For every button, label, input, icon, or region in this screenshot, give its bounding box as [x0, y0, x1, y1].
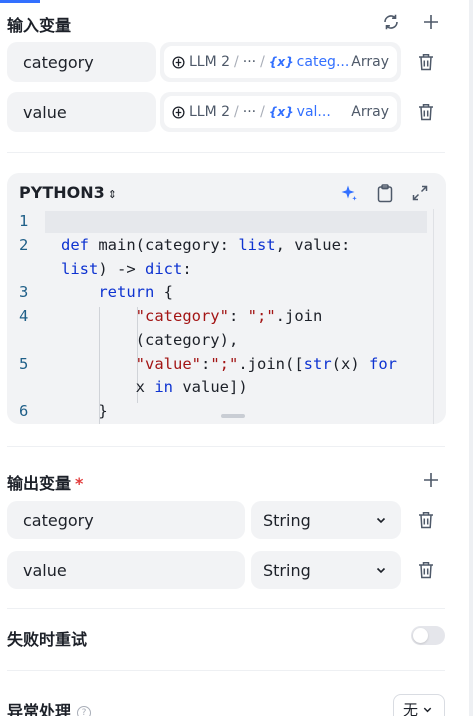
error-handling-label: 异常处理 — [7, 702, 72, 716]
llm-node-icon — [172, 105, 185, 119]
expand-editor-button[interactable] — [408, 181, 432, 205]
help-icon[interactable]: ? — [77, 705, 92, 716]
line-number: 3 — [19, 283, 29, 301]
ai-assist-button[interactable] — [337, 181, 361, 205]
variable-icon: {x} — [268, 105, 294, 119]
ref-node-name: LLM 2 — [189, 54, 231, 70]
toggle-knob — [413, 628, 428, 643]
output-variable-name-field[interactable]: value — [7, 551, 245, 589]
chevron-down-icon — [423, 707, 432, 712]
delete-output-button[interactable] — [414, 508, 438, 532]
error-handling-select[interactable]: 无 — [393, 694, 445, 716]
line-number: 4 — [19, 307, 29, 325]
node-config-panel: 输入变量 category LLM 2 / ··· / {x} categ...… — [0, 0, 473, 716]
language-label: PYTHON3 — [19, 183, 105, 202]
variable-reference-selector[interactable]: LLM 2 / ··· / {x} categ... Array — [160, 42, 401, 82]
output-type-value: String — [263, 560, 311, 580]
code-editor[interactable]: PYTHON3 ⇕ 1 2 3 4 5 6 def main(category: … — [7, 173, 446, 424]
output-variable-name: category — [23, 510, 94, 530]
code-line: (category), — [61, 331, 239, 349]
line-number: 1 — [19, 212, 29, 230]
input-variable-name-field[interactable]: value — [7, 92, 156, 132]
code-line: list) -> dict: — [61, 260, 192, 278]
input-variable-name-field[interactable]: category — [7, 42, 156, 82]
code-line: return { — [98, 283, 173, 301]
plus-icon — [424, 15, 438, 29]
output-type-value: String — [263, 510, 311, 530]
output-title-text: 输出变量 — [7, 474, 72, 493]
code-line: "value":";".join([str(x) for — [135, 355, 397, 373]
delete-input-button[interactable] — [414, 50, 438, 74]
line-number: 5 — [19, 355, 29, 373]
retry-label: 失败时重试 — [7, 630, 88, 649]
add-input-variable-button[interactable] — [419, 10, 443, 34]
language-selector[interactable]: PYTHON3 ⇕ — [19, 183, 117, 202]
section-divider — [7, 670, 445, 671]
ref-node-name: LLM 2 — [189, 104, 231, 120]
active-line-highlight — [45, 211, 427, 233]
expand-icon — [412, 185, 428, 201]
trash-icon — [419, 104, 433, 121]
variable-icon: {x} — [268, 55, 294, 69]
page-scrollbar[interactable] — [469, 0, 473, 716]
trash-icon — [419, 562, 433, 579]
input-variables-title: 输入变量 — [7, 16, 72, 35]
resize-handle[interactable] — [221, 414, 245, 418]
ref-ellipsis: ··· — [242, 54, 257, 70]
retry-toggle[interactable] — [411, 626, 445, 645]
active-tab-indicator — [0, 0, 40, 3]
variable-reference-selector[interactable]: LLM 2 / ··· / {x} val... Array — [160, 92, 401, 132]
required-mark: * — [75, 474, 84, 493]
chevron-down-icon — [376, 567, 386, 574]
output-type-select[interactable]: String — [251, 501, 401, 539]
sparkle-icon — [341, 185, 357, 201]
line-number: 2 — [19, 236, 29, 254]
add-output-variable-button[interactable] — [419, 468, 443, 492]
input-variable-name: value — [23, 102, 67, 122]
copy-code-button[interactable] — [373, 181, 397, 205]
llm-node-icon — [172, 55, 185, 69]
trash-icon — [419, 54, 433, 71]
trash-icon — [419, 512, 433, 529]
ref-ellipsis: ··· — [242, 104, 257, 120]
chevron-down-icon — [376, 517, 386, 524]
section-divider — [7, 152, 445, 153]
ref-variable-name: categ... — [296, 54, 350, 70]
output-variable-name-field[interactable]: category — [7, 501, 245, 539]
code-line: } — [61, 402, 108, 420]
editor-header: PYTHON3 ⇕ — [7, 173, 446, 213]
ref-variable-type: Array — [351, 104, 389, 120]
line-number: 6 — [19, 402, 29, 420]
ref-variable-name: val... — [296, 104, 331, 120]
delete-input-button[interactable] — [414, 100, 438, 124]
input-variable-name: category — [23, 52, 94, 72]
error-handling-title: 异常处理? — [7, 698, 92, 716]
section-divider — [7, 446, 445, 447]
output-variable-name: value — [23, 560, 67, 580]
clipboard-icon — [377, 183, 393, 202]
output-variables-title: 输出变量 * — [7, 470, 83, 494]
section-divider — [7, 608, 445, 609]
code-area[interactable]: 1 2 3 4 5 6 def main(category: list, val… — [7, 209, 427, 424]
plus-icon — [424, 473, 438, 487]
ref-variable-type: Array — [351, 54, 389, 70]
output-type-select[interactable]: String — [251, 551, 401, 589]
code-line: "category": ";".join — [135, 307, 323, 325]
code-line: def main(category: list, value: — [61, 236, 351, 254]
delete-output-button[interactable] — [414, 558, 438, 582]
refresh-icon[interactable] — [379, 10, 403, 34]
vertical-scroll-track[interactable] — [433, 209, 434, 424]
error-handling-value: 无 — [403, 700, 419, 716]
updown-chevron-icon: ⇕ — [107, 188, 117, 201]
code-line: x in value]) — [61, 378, 248, 396]
